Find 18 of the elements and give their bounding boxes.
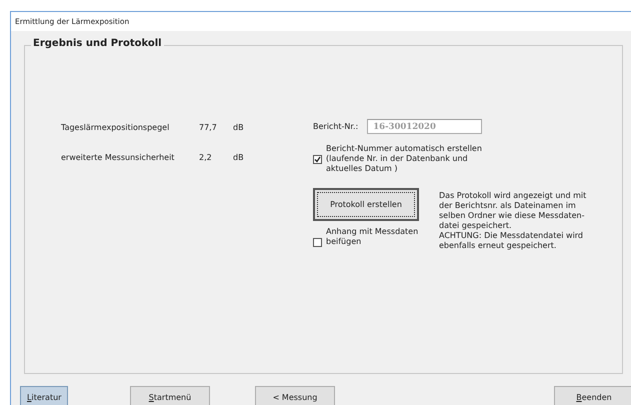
- nav-button[interactable]: < Messung: [255, 386, 335, 405]
- result-value: 2,2: [199, 153, 213, 162]
- result-value: 77,7: [199, 123, 218, 132]
- nav-button[interactable]: Beenden: [554, 386, 631, 405]
- report-number-label: Bericht-Nr.:: [313, 122, 358, 131]
- checkbox-label: Bericht-Nummer automatisch erstellen (laufende Nr. in der Datenbank und aktuelles Datum ): [326, 144, 483, 174]
- checkbox[interactable]: [313, 154, 322, 164]
- result-label: erweiterte Messunsicherheit: [61, 153, 176, 162]
- result-label: Tageslärmexpositionspegel: [61, 123, 170, 132]
- checkbox[interactable]: [313, 238, 322, 247]
- checkbox-label: Anhang mit Messdaten beifügen: [326, 227, 420, 247]
- info-text: Das Protokoll wird angezeigt und mit der Berichtsnr. als Dateinamen im selben Ordner wie diese Messdaten-datei gespeichert. ACHTUNG: Die Messdatendatei wird ebenfalls erneut gespeichert.: [439, 191, 588, 251]
- nav-button[interactable]: Startmenü: [130, 386, 210, 405]
- group-title: Ergebnis und Protokoll: [31, 38, 164, 49]
- nav-button[interactable]: Literatur: [20, 386, 68, 405]
- unit-label: dB: [233, 153, 244, 162]
- create-report-button[interactable]: Protokoll erstellen: [313, 188, 419, 221]
- unit-label: dB: [233, 123, 244, 132]
